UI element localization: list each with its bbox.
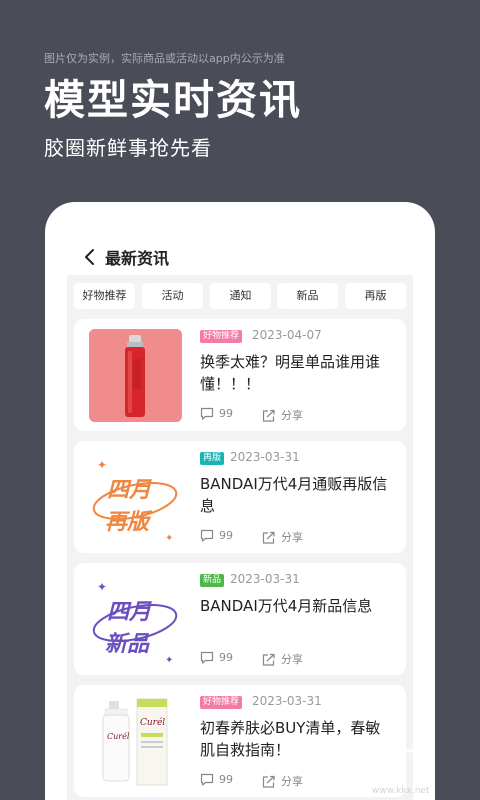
svg-text:✦: ✦	[97, 458, 107, 472]
comment-icon	[200, 407, 214, 420]
share-button[interactable]: 分享	[262, 407, 303, 423]
news-card[interactable]: ✦ ✦ 四月 新品 新品 2023-03-31 BANDAI万代4月新品信息 9…	[74, 563, 406, 675]
product-label-1: Curél	[107, 732, 130, 741]
publish-date: 2023-03-31	[252, 694, 322, 708]
share-label: 分享	[281, 653, 303, 666]
comment-count-text: 99	[219, 773, 233, 786]
watermark-url: www.kkx.net	[372, 786, 430, 796]
thumb-text-line2: 再版	[105, 510, 153, 535]
disclaimer-text: 图片仅为实例，实际商品或活动以app内公示为准	[44, 52, 285, 65]
publish-date: 2023-04-07	[252, 328, 322, 342]
comment-count[interactable]: 99	[200, 407, 233, 420]
tab-good-picks[interactable]: 好物推荐	[74, 283, 135, 309]
comment-count-text: 99	[219, 407, 233, 420]
product-thumbnail	[89, 329, 182, 422]
april-reissue-graphic: ✦ ✦ 四月 再版	[92, 458, 178, 544]
publish-date: 2023-03-31	[230, 450, 300, 464]
share-label: 分享	[281, 409, 303, 422]
svg-text:✦: ✦	[165, 533, 173, 544]
svg-text:✦: ✦	[97, 580, 107, 594]
thumb-text-line2: 新品	[105, 631, 150, 657]
share-icon	[262, 531, 275, 544]
tab-notices[interactable]: 通知	[210, 283, 271, 309]
comment-icon	[200, 651, 214, 664]
tab-new-items[interactable]: 新品	[277, 283, 338, 309]
april-new-items-graphic: ✦ ✦ 四月 新品	[92, 580, 178, 666]
comment-count[interactable]: 99	[200, 651, 233, 664]
thumb-text-line1: 四月	[107, 600, 152, 625]
share-button[interactable]: 分享	[262, 651, 303, 667]
share-icon	[262, 653, 275, 666]
share-icon	[262, 409, 275, 422]
phone-mockup: 最新资讯 好物推荐 活动 通知 新品 再版 好物推荐 2023-04-07 换季…	[45, 202, 435, 800]
comment-icon	[200, 529, 214, 542]
tab-reissue[interactable]: 再版	[345, 283, 406, 309]
news-list-area: 好物推荐 活动 通知 新品 再版 好物推荐 2023-04-07 换季太难？明星…	[67, 275, 413, 800]
article-title[interactable]: 换季太难？明星单品谁用谁懂！！！	[200, 351, 390, 395]
share-icon	[262, 775, 275, 788]
subline: 胶圈新鲜事抢先看	[44, 136, 212, 160]
top-bar: 最新资讯	[45, 240, 435, 274]
share-label: 分享	[281, 531, 303, 544]
new-items-thumbnail: ✦ ✦ 四月 新品	[89, 573, 182, 666]
share-button[interactable]: 分享	[262, 773, 303, 789]
comment-icon	[200, 773, 214, 786]
category-tag: 再版	[200, 452, 225, 465]
thumb-text-line1: 四月	[107, 478, 152, 503]
comment-count-text: 99	[219, 529, 233, 542]
back-icon[interactable]	[83, 248, 97, 266]
spray-bottle-image	[89, 329, 182, 422]
article-title[interactable]: BANDAI万代4月通贩再版信息	[200, 473, 390, 517]
share-label: 分享	[281, 775, 303, 788]
comment-count[interactable]: 99	[200, 773, 233, 786]
category-tag: 好物推荐	[200, 330, 243, 343]
news-card[interactable]: 好物推荐 2023-04-07 换季太难？明星单品谁用谁懂！！！ 99 分享	[74, 319, 406, 431]
share-button[interactable]: 分享	[262, 529, 303, 545]
headline: 模型实时资讯	[44, 76, 302, 124]
skincare-products-image: Curél Curél	[102, 698, 168, 786]
article-title[interactable]: BANDAI万代4月新品信息	[200, 595, 390, 617]
watermark-logo: KK下	[362, 746, 434, 781]
category-tabs: 好物推荐 活动 通知 新品 再版	[74, 283, 406, 309]
skincare-thumbnail: Curél Curél	[89, 695, 182, 788]
category-tag: 好物推荐	[200, 696, 243, 709]
reissue-thumbnail: ✦ ✦ 四月 再版	[89, 451, 182, 544]
news-card[interactable]: Curél Curél 好物推荐 2023-03-31 初春养肤必BUY清单，春…	[74, 685, 406, 797]
product-label-2: Curél	[140, 717, 165, 728]
category-tag: 新品	[200, 574, 225, 587]
tab-events[interactable]: 活动	[142, 283, 203, 309]
page-title: 最新资讯	[105, 249, 170, 268]
comment-count-text: 99	[219, 651, 233, 664]
svg-text:✦: ✦	[165, 655, 173, 666]
news-card[interactable]: ✦ ✦ 四月 再版 再版 2023-03-31 BANDAI万代4月通贩再版信息…	[74, 441, 406, 553]
publish-date: 2023-03-31	[230, 572, 300, 586]
comment-count[interactable]: 99	[200, 529, 233, 542]
